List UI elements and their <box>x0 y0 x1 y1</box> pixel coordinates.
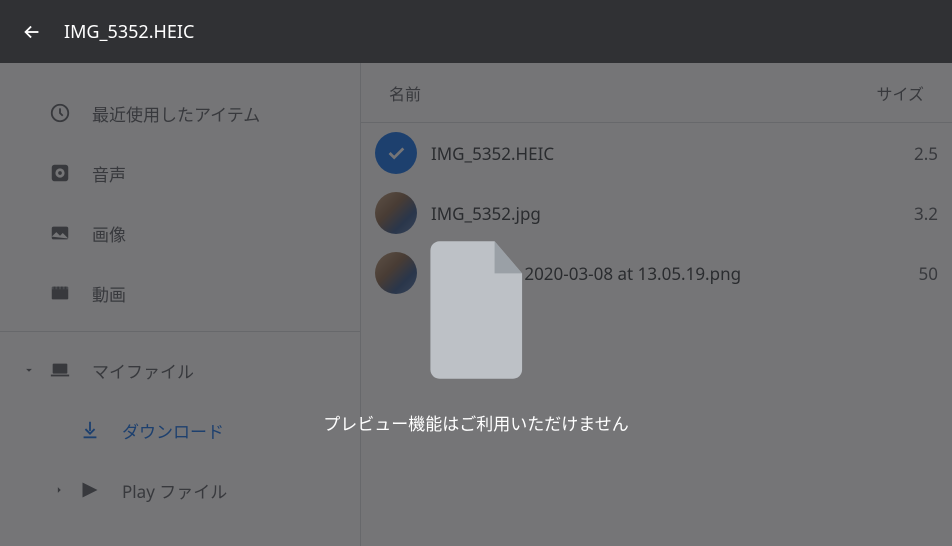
preview-body: プレビュー機能はご利用いただけません <box>323 240 629 435</box>
arrow-back-icon <box>21 21 43 43</box>
preview-unavailable-text: プレビュー機能はご利用いただけません <box>323 410 629 435</box>
preview-back-button[interactable] <box>20 20 44 44</box>
preview-title: IMG_5352.HEIC <box>64 20 194 44</box>
document-icon <box>421 240 531 380</box>
preview-header: IMG_5352.HEIC <box>0 0 952 63</box>
